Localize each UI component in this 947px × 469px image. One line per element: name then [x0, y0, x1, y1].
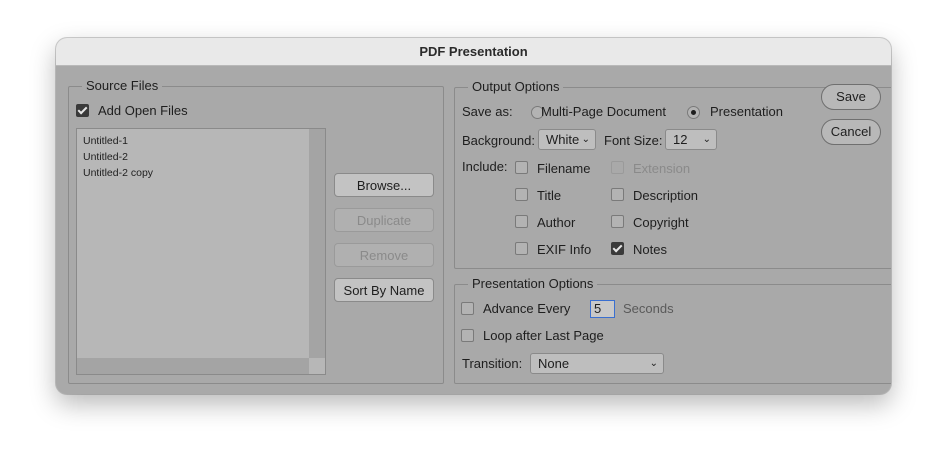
description-label: Description — [633, 188, 699, 203]
save-as-label: Save as: — [462, 104, 513, 119]
title-checkbox[interactable] — [515, 188, 528, 201]
cancel-button[interactable]: Cancel — [821, 119, 881, 145]
dialog-title: PDF Presentation — [56, 38, 891, 66]
transition-select[interactable]: None ⌄ — [530, 353, 664, 374]
notes-label: Notes — [633, 242, 667, 257]
copyright-checkbox[interactable] — [611, 215, 624, 228]
extension-label: Extension — [633, 161, 691, 176]
description-checkbox[interactable] — [611, 188, 624, 201]
background-select[interactable]: White ⌄ — [538, 129, 596, 150]
duplicate-button[interactable]: Duplicate — [334, 208, 434, 232]
list-item[interactable]: Untitled-2 — [83, 151, 128, 163]
list-item[interactable]: Untitled-2 copy — [83, 167, 153, 179]
add-open-files-checkbox[interactable] — [76, 104, 89, 117]
transition-label: Transition: — [462, 356, 523, 371]
exif-info-checkbox[interactable] — [515, 242, 528, 255]
presentation-options-title: Presentation Options — [468, 276, 598, 291]
horizontal-scrollbar[interactable] — [77, 358, 309, 374]
font-size-value: 12 — [673, 132, 688, 147]
font-size-select[interactable]: 12 ⌄ — [665, 129, 717, 150]
pdf-presentation-dialog: PDF Presentation Source Files Add Open F… — [56, 38, 891, 394]
source-files-title: Source Files — [82, 78, 163, 93]
advance-seconds-input[interactable]: 5 — [590, 300, 615, 318]
presentation-label: Presentation — [710, 104, 783, 119]
notes-checkbox[interactable] — [611, 242, 624, 255]
source-file-list[interactable]: Untitled-1 Untitled-2 Untitled-2 copy — [76, 128, 326, 375]
add-open-files-label: Add Open Files — [98, 103, 188, 118]
remove-button[interactable]: Remove — [334, 243, 434, 267]
author-checkbox[interactable] — [515, 215, 528, 228]
include-label: Include: — [462, 159, 508, 174]
sort-by-name-button[interactable]: Sort By Name — [334, 278, 434, 302]
filename-label: Filename — [537, 161, 591, 176]
chevron-down-icon: ⌄ — [581, 134, 590, 145]
advance-every-checkbox[interactable] — [461, 302, 474, 315]
vertical-scrollbar[interactable] — [309, 129, 325, 358]
output-options-title: Output Options — [468, 79, 564, 94]
filename-checkbox[interactable] — [515, 161, 528, 174]
loop-checkbox[interactable] — [461, 329, 474, 342]
background-value: White — [546, 132, 580, 147]
transition-value: None — [538, 356, 570, 371]
chevron-down-icon: ⌄ — [649, 358, 658, 369]
title-label: Title — [537, 188, 562, 203]
loop-label: Loop after Last Page — [483, 328, 604, 343]
save-button[interactable]: Save — [821, 84, 881, 110]
advance-every-label: Advance Every — [483, 301, 571, 316]
scroll-corner — [309, 358, 325, 374]
seconds-label: Seconds — [623, 301, 674, 316]
background-label: Background: — [462, 133, 535, 148]
presentation-radio[interactable] — [687, 106, 700, 119]
extension-checkbox[interactable] — [611, 161, 624, 174]
multi-page-document-label: Multi-Page Document — [541, 104, 666, 119]
list-item[interactable]: Untitled-1 — [83, 135, 128, 147]
author-label: Author — [537, 215, 576, 230]
font-size-label: Font Size: — [604, 133, 663, 148]
copyright-label: Copyright — [633, 215, 689, 230]
exif-info-label: EXIF Info — [537, 242, 592, 257]
chevron-down-icon: ⌄ — [702, 134, 711, 145]
browse-button[interactable]: Browse... — [334, 173, 434, 197]
